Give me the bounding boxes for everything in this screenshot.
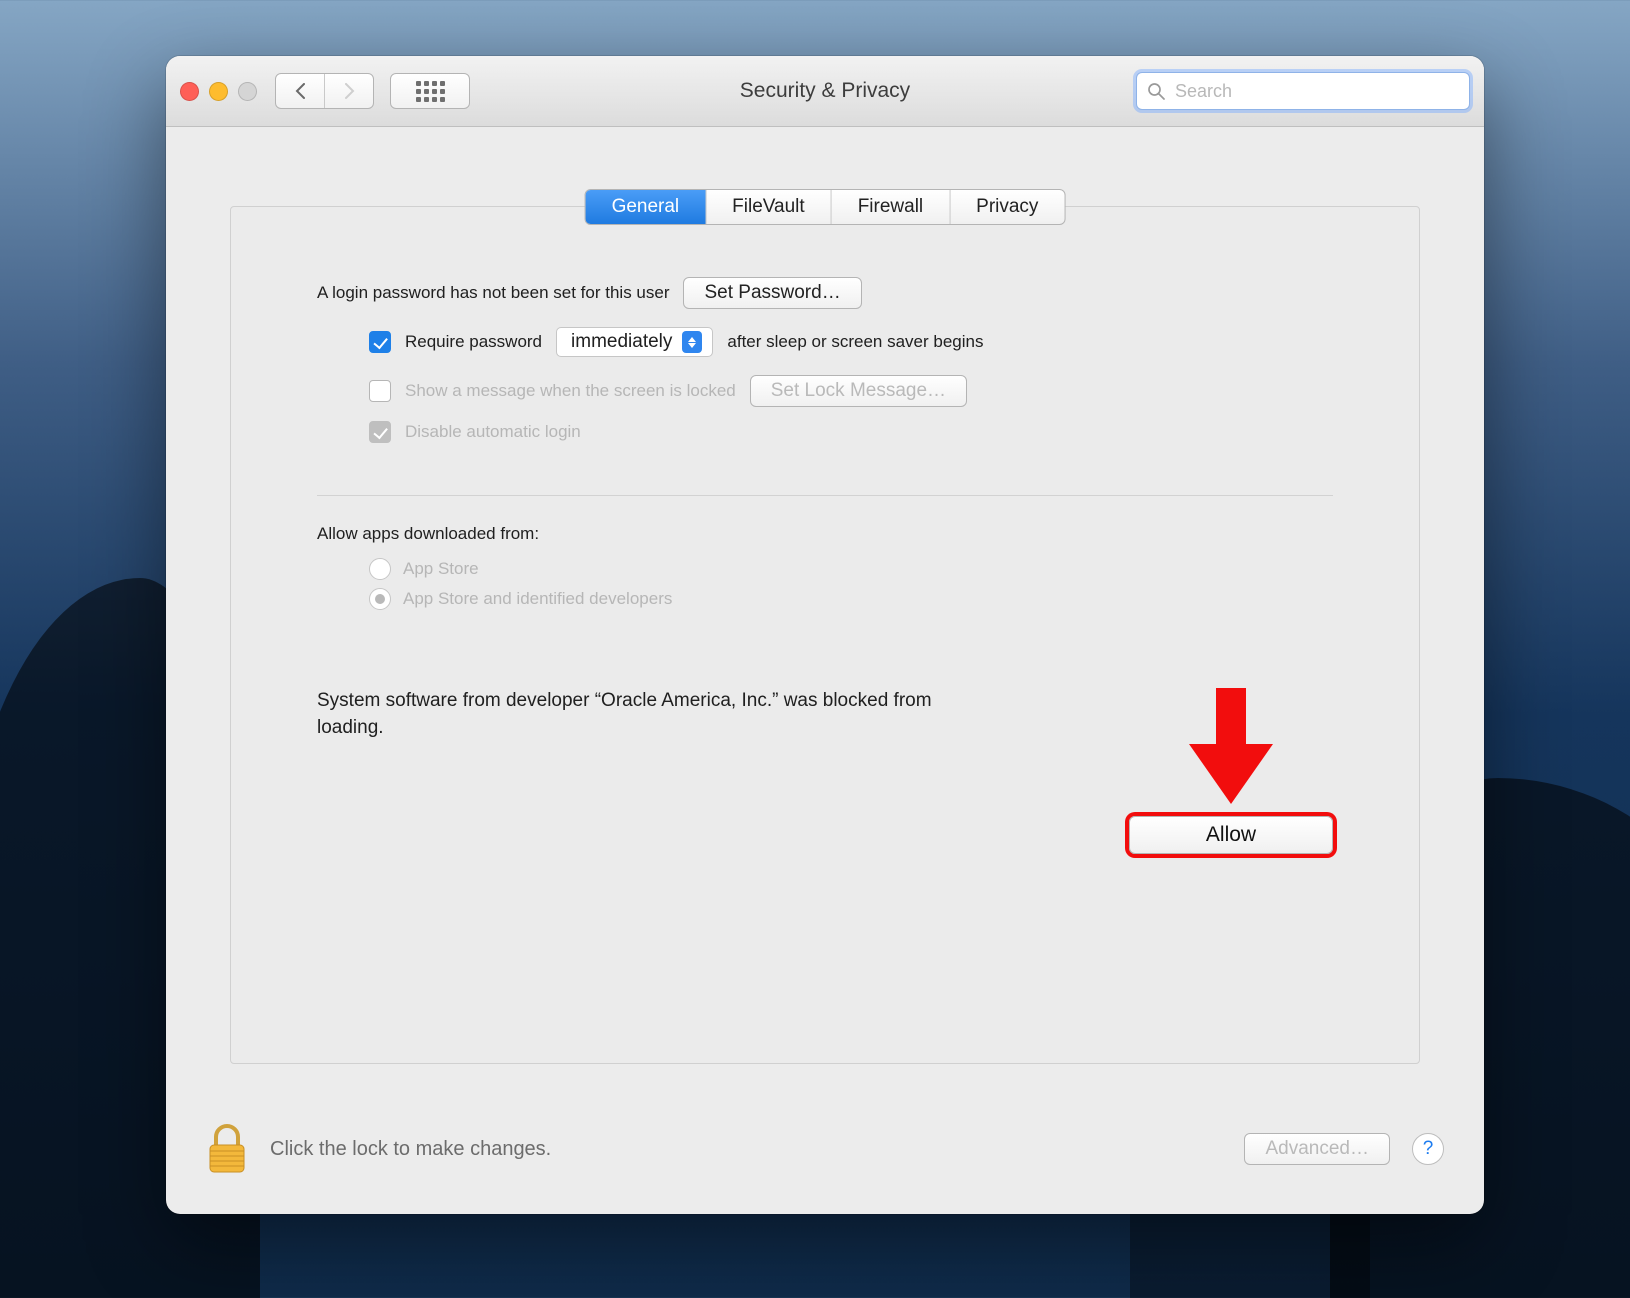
apps-grid-icon bbox=[416, 81, 445, 102]
show-all-prefs-button[interactable] bbox=[390, 73, 470, 109]
tab-bar: General FileVault Firewall Privacy bbox=[585, 189, 1066, 225]
tab-firewall[interactable]: Firewall bbox=[832, 190, 950, 224]
allow-annotation: Allow bbox=[1129, 688, 1333, 854]
allow-identified-dev-radio bbox=[369, 588, 391, 610]
search-icon bbox=[1147, 82, 1165, 100]
annotation-arrow-icon bbox=[1183, 688, 1279, 808]
allow-identified-dev-label: App Store and identified developers bbox=[403, 589, 672, 609]
require-password-delay-select[interactable]: immediately bbox=[556, 327, 713, 357]
require-password-label-right: after sleep or screen saver begins bbox=[727, 332, 983, 352]
require-password-checkbox[interactable] bbox=[369, 331, 391, 353]
zoom-window-button bbox=[238, 82, 257, 101]
show-lock-message-label: Show a message when the screen is locked bbox=[405, 381, 736, 401]
nav-back-forward bbox=[275, 73, 374, 109]
set-password-button[interactable]: Set Password… bbox=[683, 277, 861, 309]
minimize-window-button[interactable] bbox=[209, 82, 228, 101]
help-button[interactable]: ? bbox=[1412, 1133, 1444, 1165]
require-password-delay-value: immediately bbox=[571, 331, 672, 353]
close-window-button[interactable] bbox=[180, 82, 199, 101]
blocked-software-message: System software from developer “Oracle A… bbox=[317, 688, 957, 741]
titlebar: Security & Privacy bbox=[166, 56, 1484, 127]
allow-app-store-label: App Store bbox=[403, 559, 479, 579]
login-password-status: A login password has not been set for th… bbox=[317, 283, 669, 303]
lock-message: Click the lock to make changes. bbox=[270, 1138, 551, 1161]
footer: Click the lock to make changes. Advanced… bbox=[166, 1084, 1484, 1214]
chevron-left-icon bbox=[295, 83, 306, 99]
chevron-right-icon bbox=[344, 83, 355, 99]
advanced-button: Advanced… bbox=[1244, 1133, 1390, 1165]
back-button[interactable] bbox=[276, 74, 324, 108]
stepper-icon bbox=[682, 331, 702, 353]
disable-automatic-login-label: Disable automatic login bbox=[405, 422, 581, 442]
tab-general[interactable]: General bbox=[586, 190, 707, 224]
allow-button[interactable]: Allow bbox=[1129, 816, 1333, 854]
search-field[interactable] bbox=[1136, 72, 1470, 110]
window-controls bbox=[180, 82, 257, 101]
require-password-label-left: Require password bbox=[405, 332, 542, 352]
lock-icon[interactable] bbox=[206, 1123, 248, 1175]
tab-filevault[interactable]: FileVault bbox=[706, 190, 832, 224]
show-lock-message-checkbox bbox=[369, 380, 391, 402]
allow-app-store-radio bbox=[369, 558, 391, 580]
disable-automatic-login-checkbox bbox=[369, 421, 391, 443]
section-divider bbox=[317, 495, 1333, 496]
set-lock-message-button: Set Lock Message… bbox=[750, 375, 967, 407]
allow-apps-header: Allow apps downloaded from: bbox=[317, 524, 1333, 544]
tab-privacy[interactable]: Privacy bbox=[950, 190, 1064, 224]
forward-button bbox=[324, 74, 373, 108]
content-panel: General FileVault Firewall Privacy A log… bbox=[230, 206, 1420, 1064]
security-privacy-window: Security & Privacy General FileVault Fir… bbox=[166, 56, 1484, 1214]
search-input[interactable] bbox=[1173, 80, 1459, 103]
general-section: A login password has not been set for th… bbox=[231, 207, 1419, 854]
